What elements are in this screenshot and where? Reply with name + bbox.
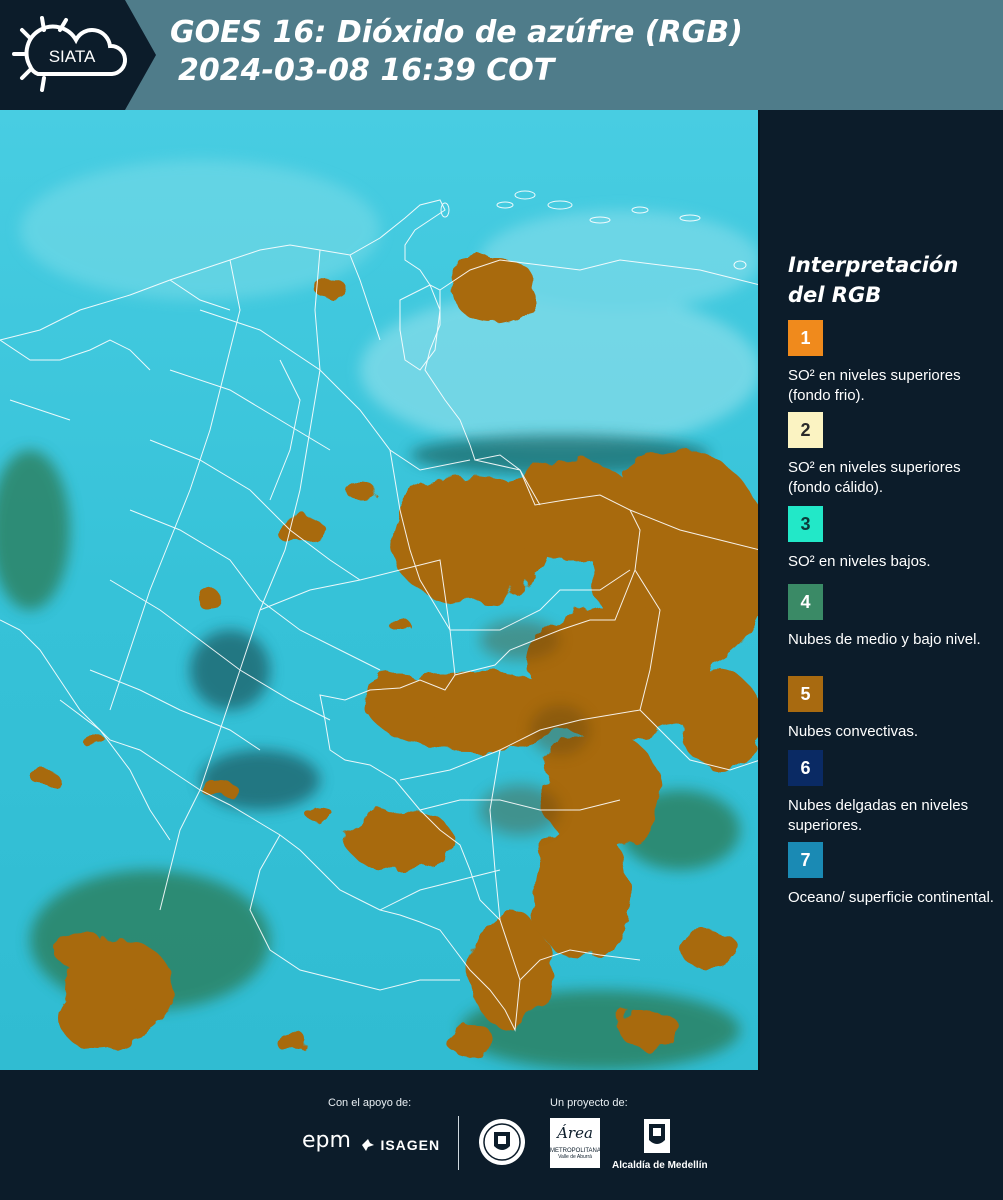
legend-label: Nubes convectivas. — [788, 723, 919, 740]
legend-swatch: 1 — [788, 320, 823, 356]
epm-logo: epm — [302, 1128, 351, 1153]
support-label: Con el apoyo de: — [328, 1097, 412, 1109]
legend-swatch: 7 — [788, 842, 823, 878]
legend-label: Nubes delgadas en niveles superiores. — [788, 797, 969, 834]
legend-item-1: 1 SO² en niveles superiores (fondo frio). — [788, 320, 998, 406]
alcaldia-text: Alcaldía de Medellín — [612, 1160, 708, 1171]
legend-swatch: 4 — [788, 584, 823, 620]
satellite-map — [0, 110, 760, 1070]
title-line-1: GOES 16: Dióxido de azúfre (RGB) — [170, 15, 743, 50]
legend-swatch: 5 — [788, 676, 823, 712]
project-label: Un proyecto de: — [550, 1097, 628, 1109]
legend-item-7: 7 Oceano/ superficie continental. — [788, 842, 998, 908]
legend-item-4: 4 Nubes de medio y bajo nivel. — [788, 584, 998, 650]
area-logo-sub2: Valle de Aburrá — [558, 1154, 592, 1160]
legend-item-5: 5 Nubes convectivas. — [788, 676, 998, 742]
area-metropolitana-logo: Área METROPOLITANA Valle de Aburrá — [550, 1118, 601, 1168]
siata-logo: SIATA — [0, 0, 158, 110]
medellin-seal-icon — [479, 1119, 525, 1165]
header-bar: SIATA GOES 16: Dióxido de azúfre (RGB) 2… — [0, 0, 1003, 110]
isagen-icon — [362, 1138, 374, 1151]
legend-label: SO² en niveles superiores (fondo frio). — [788, 367, 961, 404]
legend-item-3: 3 SO² en niveles bajos. — [788, 506, 998, 572]
legend-label: SO² en niveles bajos. — [788, 553, 931, 570]
legend-item-2: 2 SO² en niveles superiores (fondo cálido… — [788, 412, 998, 498]
isagen-text: ISAGEN — [380, 1136, 441, 1153]
legend-swatch: 2 — [788, 412, 823, 448]
alcaldia-shield-icon — [644, 1119, 670, 1153]
area-logo-text: Área — [557, 1124, 593, 1142]
footer: Con el apoyo de: Un proyecto de: epm ISA… — [0, 1070, 1003, 1200]
legend-swatch: 3 — [788, 506, 823, 542]
legend-label: Oceano/ superficie continental. — [788, 889, 994, 906]
legend-panel: Interpretación del RGB 1 SO² en niveles s… — [760, 110, 1003, 1070]
isagen-logo: ISAGEN — [360, 1136, 440, 1154]
legend-label: Nubes de medio y bajo nivel. — [788, 631, 981, 648]
footer-divider — [458, 1116, 459, 1170]
title-line-2: 2024-03-08 16:39 COT — [178, 53, 555, 88]
legend-swatch: 6 — [788, 750, 823, 786]
logo-text: SIATA — [49, 47, 96, 66]
page-title: GOES 16: Dióxido de azúfre (RGB) 2024-03… — [170, 14, 743, 90]
legend-label: SO² en niveles superiores (fondo cálido)… — [788, 459, 961, 496]
legend-title: Interpretación del RGB — [788, 253, 959, 307]
legend-item-6: 6 Nubes delgadas en niveles superiores. — [788, 750, 998, 836]
